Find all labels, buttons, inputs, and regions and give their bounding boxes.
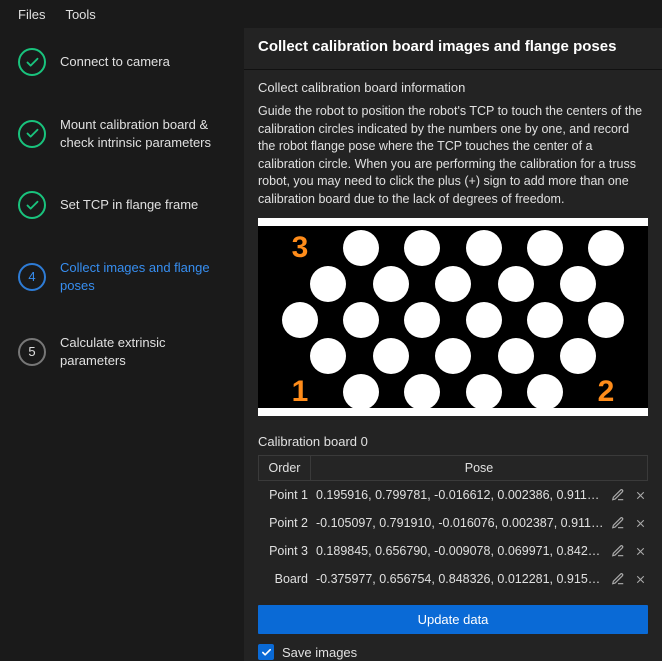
calibration-dot (435, 338, 471, 374)
content-area: Connect to camera Mount calibration boar… (0, 28, 662, 661)
col-order: Order (259, 456, 311, 480)
calibration-dot (373, 338, 409, 374)
calibration-dot (404, 374, 440, 410)
calibration-dot (343, 302, 379, 338)
calibration-dot (404, 302, 440, 338)
check-icon (18, 120, 46, 148)
pose-table: Order Pose Point 1 0.195916, 0.799781, -… (258, 455, 648, 593)
save-images-checkbox[interactable] (258, 644, 274, 660)
step-label: Connect to camera (60, 53, 170, 71)
calibration-dot (498, 266, 534, 302)
calibration-dot (588, 230, 624, 266)
step-connect-camera[interactable]: Connect to camera (18, 48, 232, 76)
calibration-dot (466, 230, 502, 266)
calibration-dot (466, 374, 502, 410)
close-icon[interactable] (632, 487, 648, 503)
calibration-dot (560, 338, 596, 374)
step-label: Calculate extrinsic parameters (60, 334, 232, 369)
section-subtitle: Collect calibration board information (258, 80, 648, 95)
collect-section: Collect calibration board information Gu… (244, 70, 662, 208)
calibration-dot (404, 230, 440, 266)
calibration-dot (343, 374, 379, 410)
close-icon[interactable] (632, 515, 648, 531)
calibration-dot (527, 302, 563, 338)
col-pose: Pose (311, 456, 647, 480)
menu-bar: Files Tools (0, 0, 662, 28)
close-icon[interactable] (632, 543, 648, 559)
cell-pose: 0.189845, 0.656790, -0.009078, 0.069971,… (316, 544, 604, 558)
step-mount-board[interactable]: Mount calibration board & check intrinsi… (18, 116, 232, 151)
cell-pose: 0.195916, 0.799781, -0.016612, 0.002386,… (316, 488, 604, 502)
check-icon (18, 191, 46, 219)
edit-icon[interactable] (610, 515, 626, 531)
calibration-dot (310, 266, 346, 302)
page-title: Collect calibration board images and fla… (244, 28, 662, 70)
cell-pose: -0.105097, 0.791910, -0.016076, 0.002387… (316, 516, 604, 530)
calibration-dot (527, 230, 563, 266)
cell-order: Point 2 (258, 516, 310, 530)
step-number-icon: 5 (18, 338, 46, 366)
table-row: Point 2 -0.105097, 0.791910, -0.016076, … (258, 509, 648, 537)
calibration-dot (498, 338, 534, 374)
menu-tools[interactable]: Tools (55, 3, 105, 26)
save-images-row: Save images (258, 644, 648, 660)
dot-grid: 3 (258, 226, 648, 408)
cell-order: Point 3 (258, 544, 310, 558)
board-corner-1-icon: 1 (282, 374, 318, 410)
calibration-dot (373, 266, 409, 302)
calibration-dot (435, 266, 471, 302)
step-label: Mount calibration board & check intrinsi… (60, 116, 232, 151)
table-header: Order Pose (258, 455, 648, 481)
calibration-dot (343, 230, 379, 266)
save-images-label: Save images (282, 645, 357, 660)
calibration-dot (310, 338, 346, 374)
board-corner-3-icon: 3 (282, 230, 318, 266)
calibration-dot (466, 302, 502, 338)
update-data-button[interactable]: Update data (258, 605, 648, 634)
step-set-tcp[interactable]: Set TCP in flange frame (18, 191, 232, 219)
sidebar: Connect to camera Mount calibration boar… (0, 28, 244, 661)
cell-pose: -0.375977, 0.656754, 0.848326, 0.012281,… (316, 572, 604, 586)
calibration-dot (282, 302, 318, 338)
step-number-icon: 4 (18, 263, 46, 291)
step-label: Set TCP in flange frame (60, 196, 198, 214)
check-icon (18, 48, 46, 76)
edit-icon[interactable] (610, 543, 626, 559)
close-icon[interactable] (632, 571, 648, 587)
main-panel: Collect calibration board images and fla… (244, 28, 662, 661)
section-description: Guide the robot to position the robot's … (258, 103, 648, 208)
board-corner-2-icon: 2 (588, 374, 624, 410)
step-label: Collect images and flange poses (60, 259, 232, 294)
edit-icon[interactable] (610, 571, 626, 587)
table-row: Board -0.375977, 0.656754, 0.848326, 0.0… (258, 565, 648, 593)
cell-order: Point 1 (258, 488, 310, 502)
calibration-board-image: 3 (258, 218, 648, 416)
cell-order: Board (258, 572, 310, 586)
step-calculate-extrinsic[interactable]: 5 Calculate extrinsic parameters (18, 334, 232, 369)
table-row: Point 3 0.189845, 0.656790, -0.009078, 0… (258, 537, 648, 565)
menu-files[interactable]: Files (8, 3, 55, 26)
calibration-dot (527, 374, 563, 410)
step-collect-images[interactable]: 4 Collect images and flange poses (18, 259, 232, 294)
calibration-dot (588, 302, 624, 338)
board-title: Calibration board 0 (244, 416, 662, 455)
calibration-dot (560, 266, 596, 302)
edit-icon[interactable] (610, 487, 626, 503)
table-row: Point 1 0.195916, 0.799781, -0.016612, 0… (258, 481, 648, 509)
